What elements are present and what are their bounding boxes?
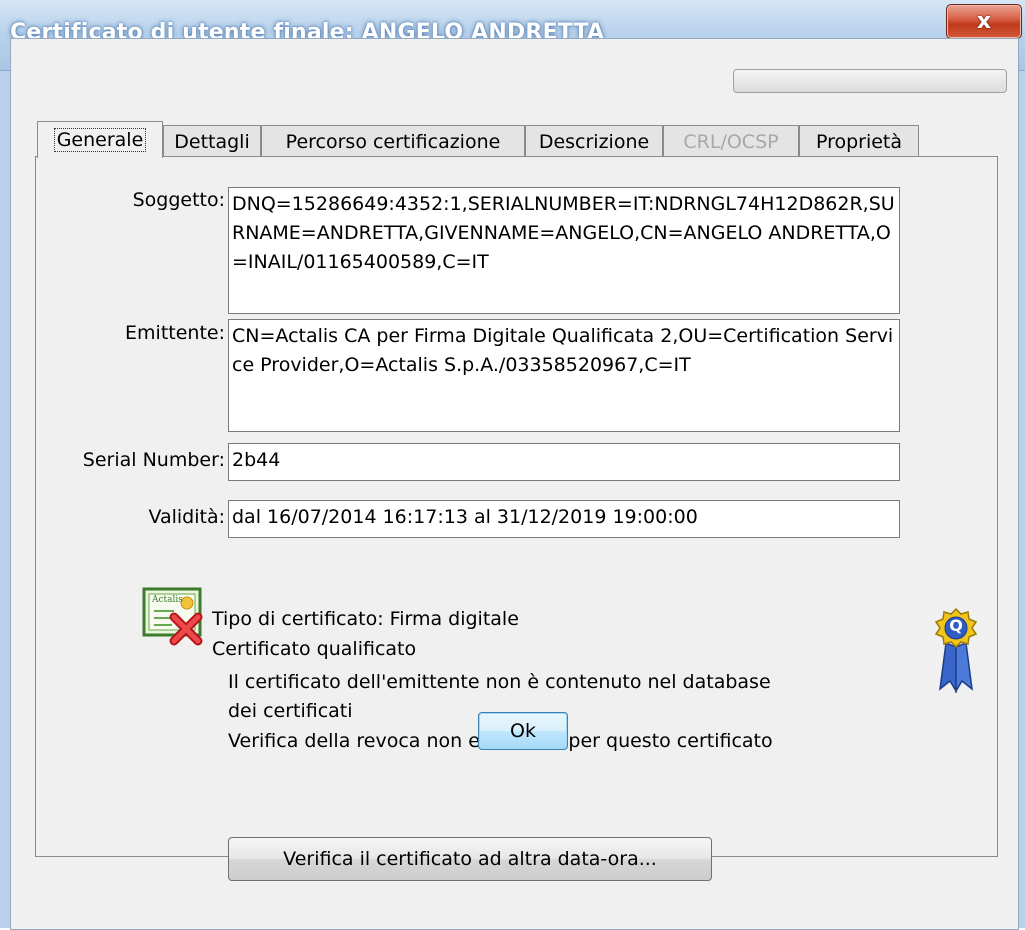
qualified-badge-letter: Q: [949, 616, 963, 635]
tab-generale[interactable]: Generale: [37, 121, 163, 158]
serial-number-label: Serial Number:: [82, 449, 225, 471]
info-certificato-qualificato: Certificato qualificato: [212, 638, 417, 660]
soggetto-field[interactable]: DNQ=15286649:4352:1,SERIALNUMBER=IT:NDRN…: [228, 187, 900, 314]
tab-percorso-label: Percorso certificazione: [285, 130, 501, 153]
close-icon: x: [976, 9, 992, 34]
validita-field[interactable]: dal 16/07/2014 16:17:13 al 31/12/2019 19…: [228, 500, 900, 538]
dialog-client-area: Generale Dettagli Percorso certificazion…: [10, 38, 1019, 930]
tab-panel-generale: Soggetto: DNQ=15286649:4352:1,SERIALNUMB…: [35, 156, 998, 881]
certificate-invalid-icon: Actalis: [142, 587, 212, 653]
info-emittente-non-contenuto: Il certificato dell'emittente non è cont…: [228, 671, 771, 693]
tab-crl-ocsp: CRL/OCSP: [663, 125, 799, 157]
tab-descrizione-label: Descrizione: [538, 130, 650, 153]
progress-bar: [733, 69, 1007, 93]
emittente-label: Emittente:: [125, 322, 225, 344]
qualified-ribbon-icon: Q: [934, 607, 978, 694]
validita-label: Validità:: [148, 506, 225, 528]
tab-crl-ocsp-label: CRL/OCSP: [683, 130, 779, 153]
tab-proprieta-label: Proprietà: [815, 130, 903, 153]
info-dei-certificati: dei certificati: [228, 700, 353, 722]
info-tipo-certificato: Tipo di certificato: Firma digitale: [212, 608, 519, 630]
close-button[interactable]: x: [946, 4, 1022, 39]
tab-proprieta[interactable]: Proprietà: [799, 125, 919, 157]
verify-at-other-date-button[interactable]: Verifica il certificato ad altra data-or…: [228, 837, 712, 881]
serial-number-field[interactable]: 2b44: [228, 443, 900, 481]
emittente-field[interactable]: CN=Actalis CA per Firma Digitale Qualifi…: [228, 319, 900, 432]
tab-descrizione[interactable]: Descrizione: [525, 125, 663, 157]
certificate-logo-text: Actalis: [152, 595, 183, 605]
tab-percorso-certificazione[interactable]: Percorso certificazione: [261, 125, 525, 157]
tab-dettagli-label: Dettagli: [174, 130, 250, 153]
soggetto-label: Soggetto:: [132, 189, 225, 211]
ok-button[interactable]: Ok: [478, 712, 568, 750]
tab-dettagli[interactable]: Dettagli: [163, 125, 261, 157]
tab-generale-label: Generale: [53, 128, 147, 152]
certificate-dialog: Certificato di utente finale: ANGELO AND…: [0, 0, 1025, 930]
